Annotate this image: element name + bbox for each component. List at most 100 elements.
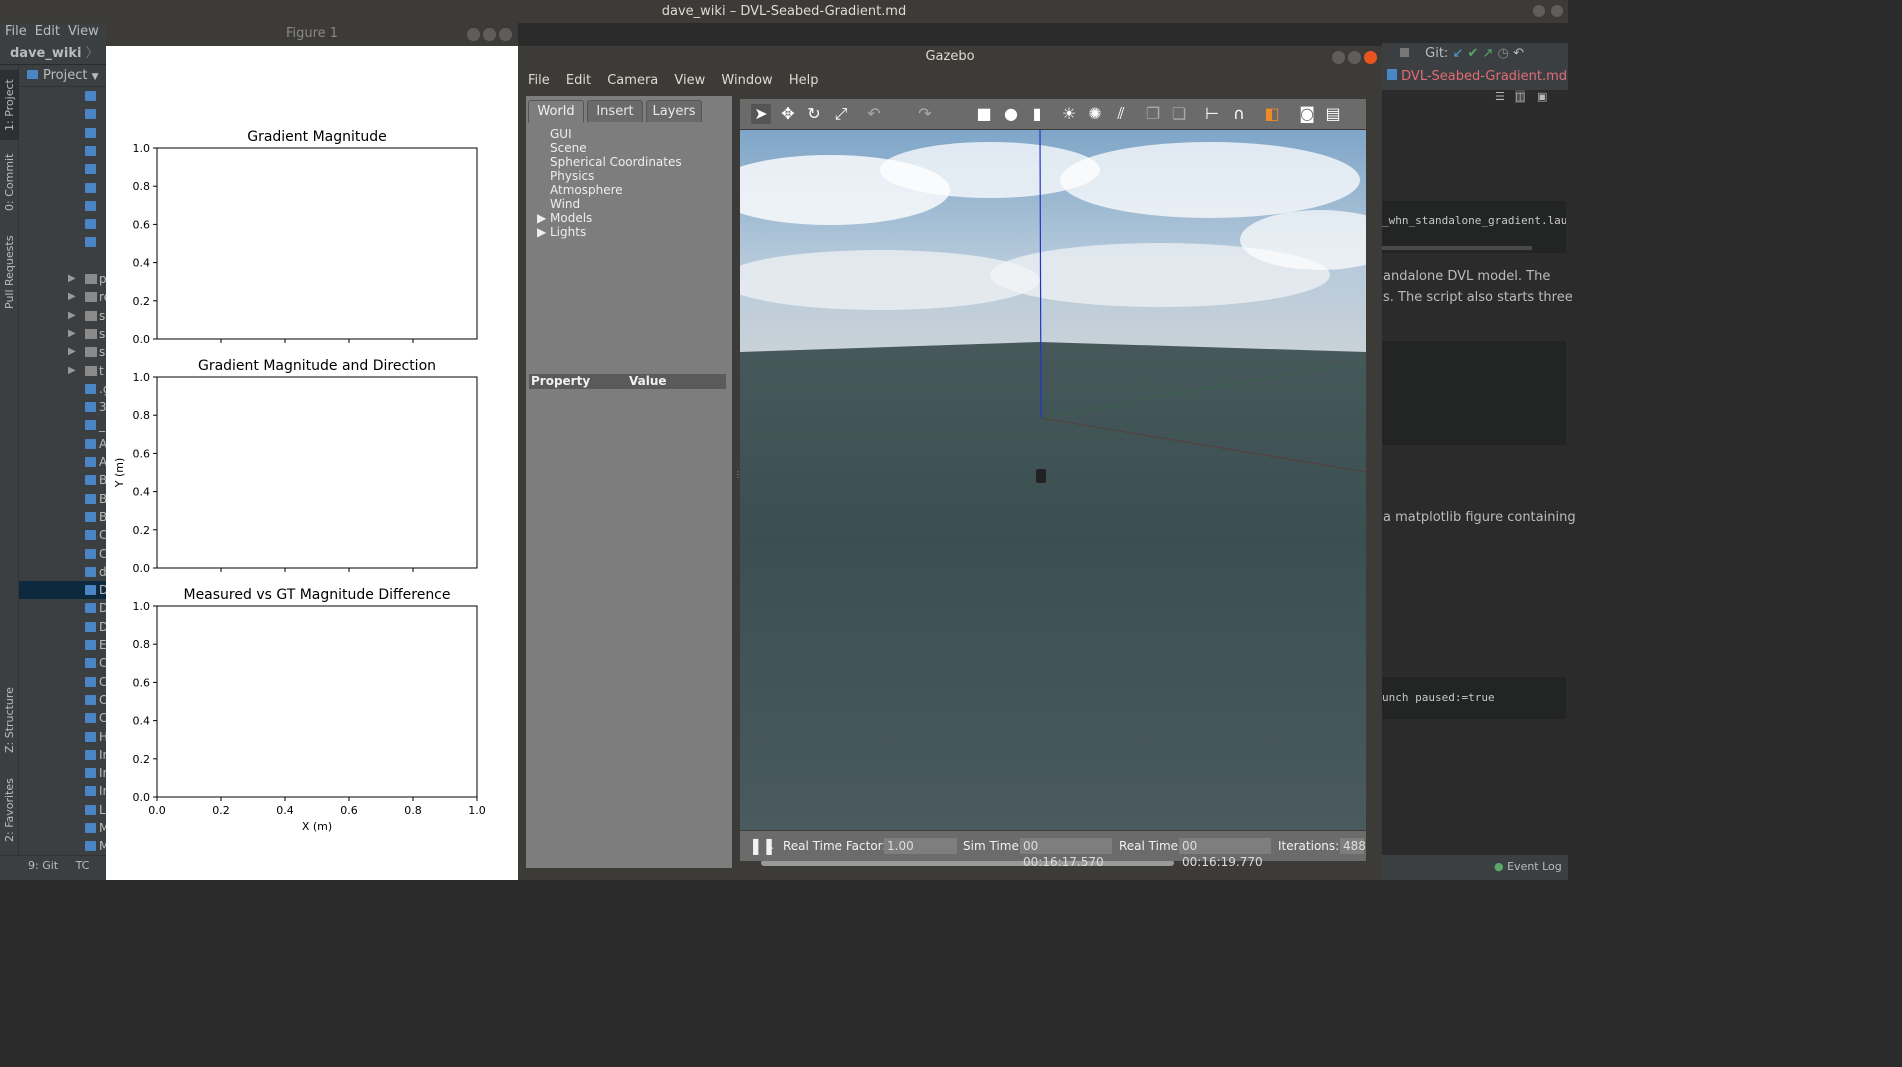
tree-file[interactable]: [19, 160, 106, 178]
spot-light-icon[interactable]: ✺: [1085, 104, 1105, 124]
tree-file[interactable]: C: [19, 691, 106, 709]
gz-menu-window[interactable]: Window: [721, 73, 772, 88]
push-icon[interactable]: ↗: [1483, 46, 1494, 61]
redo-icon[interactable]: ↷: [915, 104, 935, 124]
world-item-gui[interactable]: GUI: [550, 127, 572, 141]
tree-folder[interactable]: ▶ s: [19, 307, 106, 325]
gz-menu-camera[interactable]: Camera: [607, 73, 658, 88]
splitter-handle[interactable]: ⋮: [734, 470, 742, 500]
tab-insert[interactable]: Insert: [587, 100, 643, 123]
tree-file[interactable]: A: [19, 453, 106, 471]
tab-pull-requests[interactable]: Pull Requests: [0, 230, 19, 315]
gazebo-maximize-button[interactable]: [1348, 51, 1361, 64]
update-icon[interactable]: ↙: [1452, 46, 1463, 61]
gz-menu-help[interactable]: Help: [789, 73, 819, 88]
tree-file[interactable]: D: [19, 618, 106, 636]
copy-icon[interactable]: ❐: [1143, 104, 1163, 124]
tree-file[interactable]: [19, 233, 106, 251]
tree-file[interactable]: In: [19, 782, 106, 800]
tree-file[interactable]: 3: [19, 398, 106, 416]
event-log-button[interactable]: ● Event Log: [1494, 857, 1562, 877]
snap-icon[interactable]: ∩: [1229, 104, 1249, 124]
tree-file[interactable]: [19, 179, 106, 197]
tree-file[interactable]: L: [19, 801, 106, 819]
code-scrollbar[interactable]: [1382, 246, 1532, 250]
tree-file[interactable]: [19, 105, 106, 123]
tree-file[interactable]: C: [19, 545, 106, 563]
tree-file[interactable]: B: [19, 490, 106, 508]
tab-commit[interactable]: 0: Commit: [0, 150, 19, 215]
project-header[interactable]: Project ▼: [19, 65, 106, 87]
tree-file[interactable]: [19, 87, 106, 105]
tab-world[interactable]: World: [528, 100, 584, 123]
select-icon[interactable]: ➤: [751, 104, 771, 124]
menu-edit[interactable]: Edit: [35, 24, 60, 39]
tree-file[interactable]: C: [19, 709, 106, 727]
gz-menu-view[interactable]: View: [674, 73, 705, 88]
tree-file[interactable]: A: [19, 435, 106, 453]
gz-menu-edit[interactable]: Edit: [566, 73, 591, 88]
todo-tab[interactable]: TC: [76, 859, 90, 872]
tree-file[interactable]: [19, 215, 106, 233]
tree-file[interactable]: H: [19, 728, 106, 746]
tree-file[interactable]: In: [19, 764, 106, 782]
editor-tab[interactable]: DVL-Seabed-Gradient.md ✕: [1382, 65, 1568, 108]
tree-folder[interactable]: ▶ t: [19, 362, 106, 380]
cylinder-icon[interactable]: ▮: [1027, 104, 1047, 124]
tree-file[interactable]: C: [19, 526, 106, 544]
breadcrumb-root[interactable]: dave_wiki: [10, 46, 81, 61]
tree-file[interactable]: D: [19, 581, 106, 600]
step-icon[interactable]: -: [770, 834, 774, 864]
tab-favorites[interactable]: 2: Favorites: [0, 770, 19, 850]
stop-icon[interactable]: [1400, 48, 1409, 57]
world-item-physics[interactable]: Physics: [550, 169, 594, 183]
commit-icon[interactable]: ✔: [1468, 46, 1479, 61]
tree-file[interactable]: B: [19, 508, 106, 526]
figure-close-button[interactable]: [499, 28, 512, 41]
minimize-button[interactable]: [1533, 5, 1545, 17]
history-icon[interactable]: ◷: [1498, 46, 1509, 61]
tree-file[interactable]: D: [19, 599, 106, 617]
menu-file[interactable]: File: [5, 24, 27, 39]
tree-file[interactable]: [19, 197, 106, 215]
expand-arrow-icon[interactable]: ▶: [537, 225, 546, 239]
editor-only-icon[interactable]: ☰: [1495, 90, 1505, 103]
align-icon[interactable]: ⊢: [1202, 104, 1222, 124]
point-light-icon[interactable]: ☀: [1059, 104, 1079, 124]
rotate-icon[interactable]: ↻: [804, 104, 824, 124]
preview-only-icon[interactable]: ▣: [1537, 90, 1547, 103]
gz-menu-file[interactable]: File: [528, 73, 550, 88]
menu-view[interactable]: View: [68, 24, 99, 39]
tree-file[interactable]: M: [19, 837, 106, 855]
view-angle-icon[interactable]: ◧: [1262, 104, 1282, 124]
record-log-icon[interactable]: ▤: [1323, 104, 1343, 124]
translate-icon[interactable]: ✥: [778, 104, 798, 124]
git-tab[interactable]: 9: Git: [28, 859, 58, 872]
undo-icon[interactable]: ↶: [864, 104, 884, 124]
tree-folder[interactable]: ▶ s: [19, 343, 106, 361]
tree-folder[interactable]: ▶ s: [19, 325, 106, 343]
gazebo-minimize-button[interactable]: [1332, 51, 1345, 64]
world-item-lights[interactable]: Lights: [550, 225, 586, 239]
dvl-model[interactable]: [1036, 469, 1046, 483]
3d-viewport[interactable]: [740, 130, 1366, 830]
tree-file[interactable]: _: [19, 416, 106, 434]
screenshot-icon[interactable]: ◙: [1297, 104, 1317, 124]
tree-file[interactable]: [19, 142, 106, 160]
tree-file[interactable]: E: [19, 636, 106, 654]
tree-file[interactable]: C: [19, 654, 106, 672]
box-icon[interactable]: ■: [974, 104, 994, 124]
expand-arrow-icon[interactable]: ▶: [537, 211, 546, 225]
tree-file[interactable]: In: [19, 746, 106, 764]
tree-file[interactable]: d: [19, 563, 106, 581]
split-view-icon[interactable]: ◫: [1515, 90, 1526, 103]
tree-file[interactable]: B: [19, 471, 106, 489]
directional-light-icon[interactable]: ⫽: [1111, 104, 1131, 124]
figure-maximize-button[interactable]: [483, 28, 496, 41]
tab-layers[interactable]: Layers: [646, 100, 702, 123]
tree-file[interactable]: M: [19, 819, 106, 837]
world-item-scene[interactable]: Scene: [550, 141, 587, 155]
tree-folder[interactable]: ▶ re: [19, 288, 106, 306]
rollback-icon[interactable]: ↶: [1513, 46, 1524, 61]
world-item-spherical-coordinates[interactable]: Spherical Coordinates: [550, 155, 682, 169]
